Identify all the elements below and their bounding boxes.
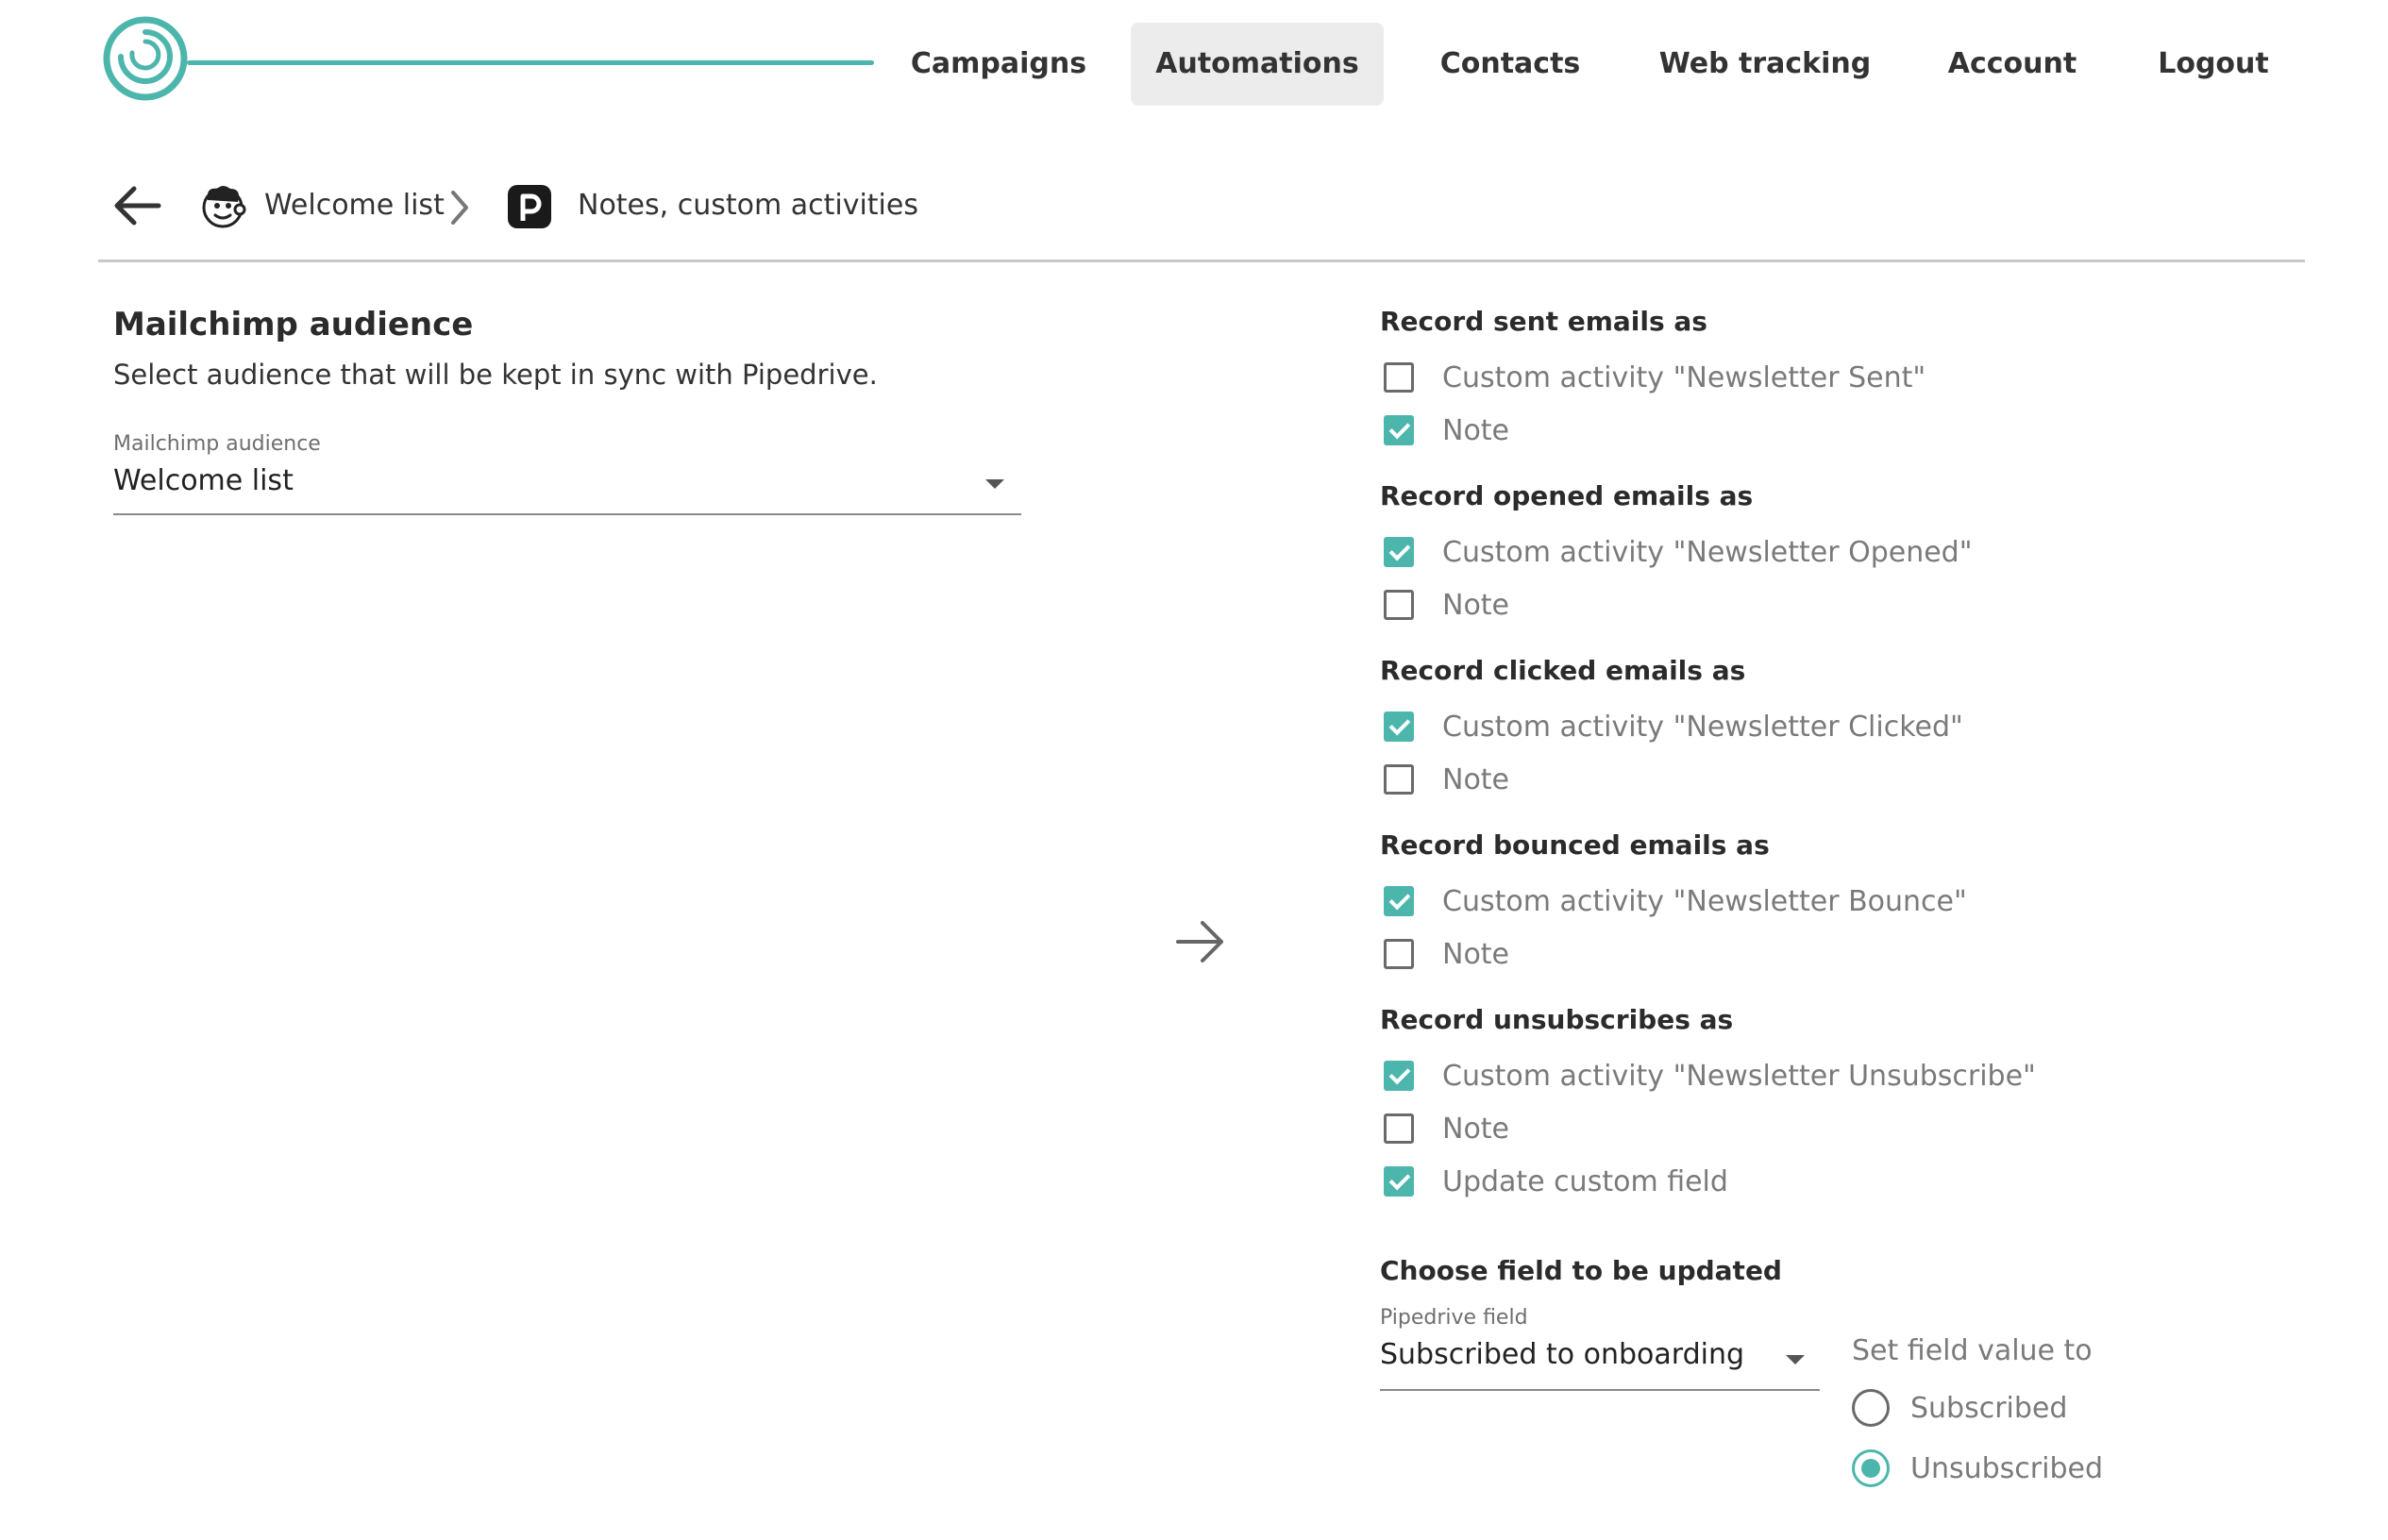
nav-web-tracking[interactable]: Web tracking	[1654, 23, 1876, 106]
audience-title: Mailchimp audience	[113, 306, 474, 343]
pipedrive-field-select[interactable]: Subscribed to onboarding	[1380, 1334, 1820, 1393]
bounced-custom-activity-option[interactable]: Custom activity "Newsletter Bounce"	[1384, 882, 1967, 920]
unsubscribes-update-field-option[interactable]: Update custom field	[1384, 1163, 1728, 1200]
breadcrumb-target[interactable]: Notes, custom activities	[578, 185, 918, 226]
unsubscribes-custom-activity-option[interactable]: Custom activity "Newsletter Unsubscribe"	[1384, 1057, 2036, 1095]
nav-automations[interactable]: Automations	[1131, 23, 1384, 106]
option-label: Note	[1442, 588, 1510, 622]
opened-note-checkbox[interactable]	[1384, 590, 1414, 620]
option-label: Note	[1442, 413, 1510, 447]
nav-contacts[interactable]: Contacts	[1416, 23, 1605, 106]
header-divider-line	[187, 60, 874, 65]
audience-field-label: Mailchimp audience	[113, 432, 321, 456]
option-label: Note	[1442, 937, 1510, 971]
sent-group-title: Record sent emails as	[1380, 306, 1707, 337]
clicked-group-title: Record clicked emails as	[1380, 655, 1746, 686]
audience-select-underline	[113, 513, 1021, 515]
breadcrumb-divider	[98, 259, 2305, 262]
opened-note-option[interactable]: Note	[1384, 586, 1509, 624]
unsubscribes-note-option[interactable]: Note	[1384, 1110, 1509, 1147]
option-label: Unsubscribed	[1910, 1451, 2103, 1485]
bounced-custom-activity-checkbox[interactable]	[1384, 886, 1414, 916]
pipedrive-field-label: Pipedrive field	[1380, 1306, 1528, 1330]
unsubscribes-update-field-checkbox[interactable]	[1384, 1166, 1414, 1197]
subscribed-radio[interactable]	[1852, 1389, 1890, 1427]
subscribed-radio-option[interactable]: Subscribed	[1852, 1387, 2067, 1429]
option-label: Custom activity "Newsletter Clicked"	[1442, 710, 1963, 744]
clicked-custom-activity-checkbox[interactable]	[1384, 711, 1414, 742]
clicked-custom-activity-option[interactable]: Custom activity "Newsletter Clicked"	[1384, 708, 1963, 745]
unsubscribes-group-title: Record unsubscribes as	[1380, 1004, 1734, 1035]
set-field-value-label: Set field value to	[1852, 1334, 2093, 1367]
option-label: Custom activity "Newsletter Unsubscribe"	[1442, 1059, 2036, 1093]
audience-description: Select audience that will be kept in syn…	[113, 359, 878, 391]
back-arrow-icon[interactable]	[109, 183, 162, 228]
audience-select-value: Welcome list	[113, 464, 294, 497]
audience-select[interactable]: Welcome list	[113, 460, 1021, 517]
unsubscribed-radio[interactable]	[1852, 1449, 1890, 1487]
field-update-title: Choose field to be updated	[1380, 1255, 1782, 1286]
nav-logout[interactable]: Logout	[2133, 23, 2294, 106]
unsubscribed-radio-option[interactable]: Unsubscribed	[1852, 1448, 2103, 1489]
mailchimp-icon	[198, 181, 247, 230]
option-label: Subscribed	[1910, 1391, 2068, 1425]
sent-custom-activity-option[interactable]: Custom activity "Newsletter Sent"	[1384, 359, 1926, 396]
dropdown-caret-icon	[1786, 1355, 1805, 1364]
pipedrive-field-select-underline	[1380, 1389, 1820, 1391]
sent-custom-activity-checkbox[interactable]	[1384, 362, 1414, 393]
bounced-note-checkbox[interactable]	[1384, 939, 1414, 969]
unsubscribes-custom-activity-checkbox[interactable]	[1384, 1061, 1414, 1091]
bounced-group-title: Record bounced emails as	[1380, 829, 1770, 861]
option-label: Update custom field	[1442, 1164, 1728, 1198]
app-logo[interactable]	[102, 15, 189, 102]
sent-note-checkbox[interactable]	[1384, 415, 1414, 445]
nav-account[interactable]: Account	[1920, 23, 2105, 106]
arrow-right-icon	[1174, 917, 1227, 966]
option-label: Custom activity "Newsletter Opened"	[1442, 535, 1973, 569]
opened-custom-activity-option[interactable]: Custom activity "Newsletter Opened"	[1384, 533, 1973, 571]
dropdown-caret-icon	[985, 479, 1004, 489]
clicked-note-option[interactable]: Note	[1384, 761, 1509, 798]
breadcrumb-source[interactable]: Welcome list	[264, 185, 445, 226]
pipedrive-icon	[508, 185, 551, 228]
clicked-note-checkbox[interactable]	[1384, 764, 1414, 795]
option-label: Note	[1442, 1112, 1510, 1146]
option-label: Custom activity "Newsletter Sent"	[1442, 360, 1926, 394]
nav-campaigns[interactable]: Campaigns	[895, 23, 1102, 106]
opened-custom-activity-checkbox[interactable]	[1384, 537, 1414, 567]
chevron-right-icon	[447, 189, 472, 226]
unsubscribes-note-checkbox[interactable]	[1384, 1113, 1414, 1144]
opened-group-title: Record opened emails as	[1380, 480, 1754, 511]
option-label: Note	[1442, 762, 1510, 796]
option-label: Custom activity "Newsletter Bounce"	[1442, 884, 1967, 918]
bounced-note-option[interactable]: Note	[1384, 935, 1509, 973]
pipedrive-field-select-value: Subscribed to onboarding	[1380, 1338, 1745, 1371]
sent-note-option[interactable]: Note	[1384, 411, 1509, 449]
